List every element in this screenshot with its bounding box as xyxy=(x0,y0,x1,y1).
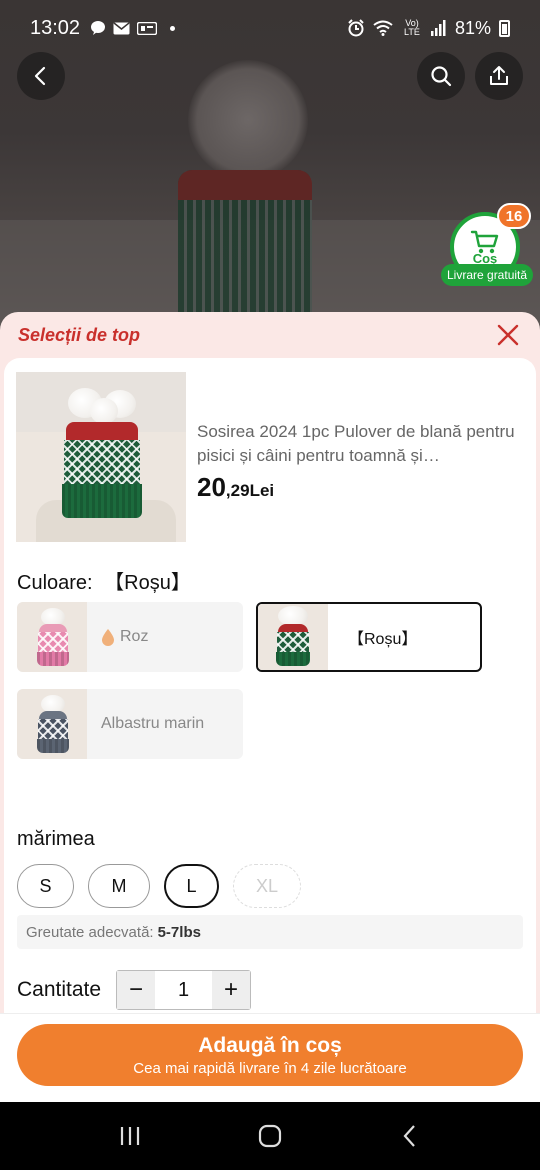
product-price: 20,29Lei xyxy=(197,472,517,503)
fit-weight-info: Greutate adecvată: 5-7lbs xyxy=(17,915,523,949)
sheet-title: Selecții de top xyxy=(18,324,141,345)
options-card: Sosirea 2024 1pc Pulover de blană pentru… xyxy=(4,358,536,1102)
color-label: Culoare: xyxy=(17,572,93,594)
more-notifications-dot xyxy=(170,25,176,31)
fit-value: 5-7lbs xyxy=(157,923,201,941)
back-button[interactable] xyxy=(17,52,65,100)
system-nav-bar xyxy=(0,1102,540,1170)
product-options-sheet: Selecții de top Sosirea 2024 1pc Pulover… xyxy=(0,312,540,1102)
search-button[interactable] xyxy=(417,52,465,100)
color-thumb-albastru-marin xyxy=(17,689,87,759)
size-option-s[interactable]: S xyxy=(17,864,74,908)
home-icon[interactable] xyxy=(257,1123,283,1149)
quantity-value[interactable]: 1 xyxy=(155,971,212,1009)
free-shipping-badge: Livrare gratuită xyxy=(441,264,534,286)
close-button[interactable] xyxy=(494,321,522,349)
color-option-rosu[interactable]: 【Roșu】 xyxy=(256,602,482,672)
back-nav-icon[interactable] xyxy=(397,1123,423,1149)
add-to-cart-label: Adaugă în coș xyxy=(198,1033,342,1057)
gallery-product-photo xyxy=(178,60,312,320)
notification-icons xyxy=(90,20,176,36)
color-option-roz[interactable]: Roz xyxy=(17,602,243,672)
color-thumb-rosu xyxy=(258,604,328,670)
battery-percent: 81% xyxy=(454,17,491,38)
cart-count-badge: 16 xyxy=(497,203,531,229)
delivery-note: Cea mai rapidă livrare în 4 zile lucrăto… xyxy=(133,1059,407,1077)
color-selected-value: 【Roșu】 xyxy=(104,572,191,594)
size-heading: mărimea xyxy=(17,828,95,850)
quantity-decrease-button[interactable]: − xyxy=(117,971,155,1009)
network-type: Vo) LTE xyxy=(404,18,420,37)
quantity-stepper: − 1 + xyxy=(116,970,251,1010)
alarm-icon xyxy=(348,19,364,37)
quantity-label: Cantitate xyxy=(17,978,102,1001)
color-option-albastru-marin[interactable]: Albastru marin xyxy=(17,689,243,759)
color-option-label: 【Roșu】 xyxy=(348,631,418,648)
share-icon xyxy=(490,66,508,85)
sheet-header: Selecții de top xyxy=(0,312,540,358)
product-image[interactable] xyxy=(16,372,186,542)
signal-icon xyxy=(430,20,446,36)
color-option-label: Roz xyxy=(120,628,149,645)
status-bar: 13:02 Vo) LTE 81% xyxy=(0,0,540,56)
add-to-cart-button[interactable]: Adaugă în coș Cea mai rapidă livrare în … xyxy=(17,1024,523,1086)
back-arrow-icon xyxy=(34,66,46,86)
size-option-xl: XL xyxy=(233,864,301,908)
size-option-m[interactable]: M xyxy=(88,864,150,908)
price-currency: Lei xyxy=(249,481,275,500)
product-info: Sosirea 2024 1pc Pulover de blană pentru… xyxy=(197,420,517,503)
share-button[interactable] xyxy=(475,52,523,100)
recents-icon[interactable] xyxy=(117,1123,143,1149)
battery-icon xyxy=(499,19,510,37)
close-icon xyxy=(497,324,519,346)
system-icons: Vo) LTE 81% xyxy=(347,18,510,39)
drop-icon xyxy=(102,629,114,646)
color-heading: Culoare: 【Roșu】 xyxy=(17,566,191,595)
product-title: Sosirea 2024 1pc Pulover de blană pentru… xyxy=(197,422,515,465)
cta-bar: Adaugă în coș Cea mai rapidă livrare în … xyxy=(0,1013,540,1102)
chat-icon xyxy=(91,21,106,35)
status-time: 13:02 xyxy=(30,16,81,39)
price-integer: 20 xyxy=(197,472,226,502)
app-icon xyxy=(137,21,158,35)
wifi-icon xyxy=(373,20,393,36)
size-option-l[interactable]: L xyxy=(164,864,219,908)
mail-icon xyxy=(113,21,130,34)
color-option-label: Albastru marin xyxy=(101,715,205,732)
fit-label: Greutate adecvată: xyxy=(26,923,154,941)
product-summary: Sosirea 2024 1pc Pulover de blană pentru… xyxy=(16,372,515,542)
search-icon xyxy=(431,66,452,87)
price-decimals: ,29 xyxy=(225,481,250,500)
color-thumb-roz xyxy=(17,602,87,672)
quantity-increase-button[interactable]: + xyxy=(212,971,250,1009)
